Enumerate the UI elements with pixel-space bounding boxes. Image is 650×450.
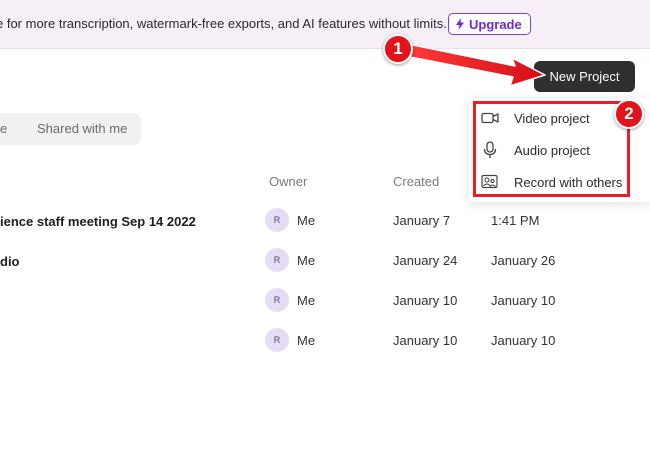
tab-projects[interactable]: e — [0, 121, 7, 136]
created-cell: January 10 — [393, 333, 458, 348]
avatar: R — [265, 248, 289, 272]
project-name[interactable]: dio — [0, 254, 20, 269]
modified-cell: 1:41 PM — [491, 213, 540, 228]
upgrade-banner: e for more transcription, watermark-free… — [0, 0, 650, 49]
created-cell: January 7 — [393, 213, 451, 228]
upgrade-button[interactable]: Upgrade — [448, 13, 531, 35]
table-row[interactable]: dio R Me January 24 January 26 — [0, 248, 650, 288]
owner-cell: Me — [297, 293, 316, 308]
modified-cell: January 26 — [491, 253, 556, 268]
menu-item-label: Audio project — [514, 142, 590, 158]
menu-item-record-with-others[interactable]: Record with others — [480, 170, 630, 194]
column-header-created[interactable]: Created — [393, 174, 439, 189]
project-name[interactable]: ience staff meeting Sep 14 2022 — [0, 214, 196, 229]
table-row[interactable]: R Me January 10 January 10 — [0, 288, 650, 328]
created-cell: January 10 — [393, 293, 458, 308]
menu-item-label: Record with others — [514, 174, 623, 190]
modified-cell: January 10 — [491, 333, 556, 348]
column-header-owner[interactable]: Owner — [269, 174, 307, 189]
microphone-icon — [480, 141, 500, 159]
upgrade-label: Upgrade — [469, 16, 522, 32]
owner-cell: Me — [297, 333, 316, 348]
menu-item-label: Video project — [514, 110, 590, 126]
avatar: R — [265, 328, 289, 352]
banner-text: e for more transcription, watermark-free… — [0, 16, 447, 31]
menu-item-audio-project[interactable]: Audio project — [480, 138, 630, 162]
people-record-icon — [480, 173, 500, 191]
owner-cell: Me — [297, 253, 316, 268]
owner-cell: Me — [297, 213, 316, 228]
new-project-button[interactable]: New Project — [534, 61, 635, 92]
step-badge-1: 1 — [383, 34, 413, 64]
table-row[interactable]: R Me January 10 January 10 — [0, 328, 650, 368]
step-badge-2: 2 — [614, 99, 644, 129]
avatar: R — [265, 208, 289, 232]
modified-cell: January 10 — [491, 293, 556, 308]
tab-shared-with-me[interactable]: Shared with me — [37, 121, 127, 136]
lightning-icon — [456, 18, 464, 30]
menu-item-video-project[interactable]: Video project — [480, 106, 630, 130]
video-camera-icon — [480, 109, 500, 127]
created-cell: January 24 — [393, 253, 458, 268]
table-row[interactable]: ience staff meeting Sep 14 2022 R Me Jan… — [0, 208, 650, 248]
avatar: R — [265, 288, 289, 312]
